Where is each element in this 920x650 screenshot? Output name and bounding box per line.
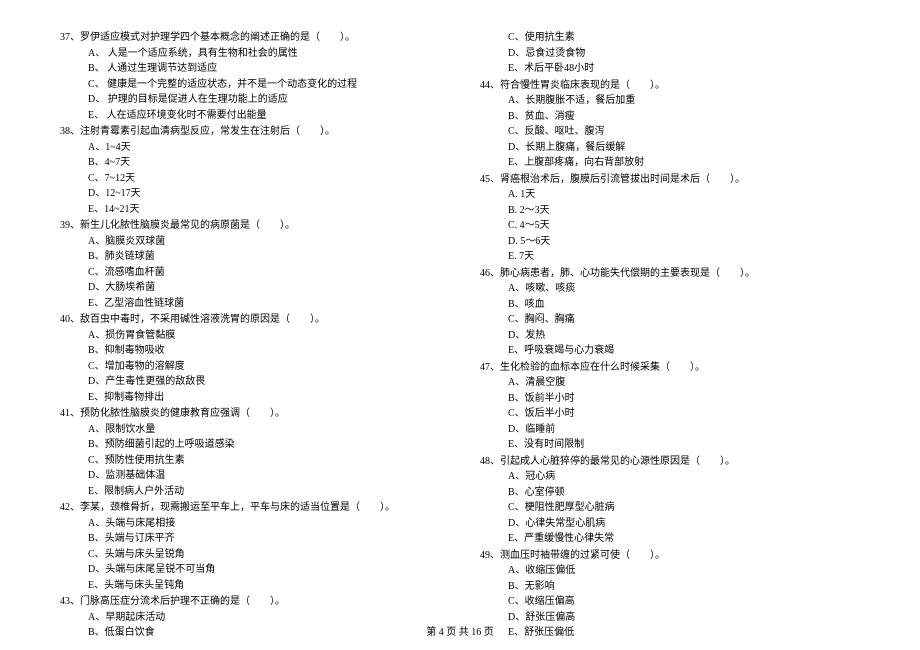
q43-e: E、术后平卧48小时 (480, 61, 860, 77)
q49-stem: 49、测血压时袖带缠的过紧可使（ ）。 (480, 548, 860, 564)
q41-d: D、监测基础体温 (60, 468, 440, 484)
q39-a: A、脑膜炎双球菌 (60, 234, 440, 250)
q42-e: E、头端与床头呈钝角 (60, 578, 440, 594)
q39-e: E、乙型溶血性链球菌 (60, 296, 440, 312)
question-43-cont: C、使用抗生素 D、忌食过烫食物 E、术后平卧48小时 (480, 30, 860, 77)
q44-c: C、反酸、呕吐、腹泻 (480, 124, 860, 140)
q46-stem: 46、肺心病患者，肺、心功能失代偿期的主要表现是（ ）。 (480, 266, 860, 282)
q45-d: D. 5～6天 (480, 234, 860, 250)
q38-a: A、1~4天 (60, 140, 440, 156)
q49-b: B、无影响 (480, 579, 860, 595)
content-columns: 37、罗伊适应模式对护理学四个基本概念的阐述正确的是（ ）。 A、 人是一个适应… (60, 30, 860, 610)
q37-a: A、 人是一个适应系统，具有生物和社会的属性 (60, 46, 440, 62)
q40-e: E、抑制毒物排出 (60, 390, 440, 406)
q44-e: E、上腹部疼痛，向右背部放射 (480, 155, 860, 171)
q44-a: A、长期腹胀不适，餐后加重 (480, 93, 860, 109)
q41-b: B、预防细菌引起的上呼吸道感染 (60, 437, 440, 453)
q44-stem: 44、符合慢性胃炎临床表现的是（ ）。 (480, 78, 860, 94)
q41-c: C、预防性使用抗生素 (60, 453, 440, 469)
q47-stem: 47、生化检验的血标本应在什么时候采集（ ）。 (480, 360, 860, 376)
page-footer: 第 4 页 共 16 页 (0, 623, 920, 638)
q46-c: C、胸闷、胸痛 (480, 312, 860, 328)
q43-d: D、忌食过烫食物 (480, 46, 860, 62)
q38-b: B、4~7天 (60, 155, 440, 171)
q48-c: C、梗阻性肥厚型心脏病 (480, 500, 860, 516)
q47-d: D、临睡前 (480, 422, 860, 438)
q41-stem: 41、预防化脓性脑膜炎的健康教育应强调（ ）。 (60, 406, 440, 422)
q38-d: D、12~17天 (60, 186, 440, 202)
q44-d: D、长期上腹痛，餐后缓解 (480, 140, 860, 156)
q39-d: D、大肠埃希菌 (60, 280, 440, 296)
q48-stem: 48、引起成人心脏猝停的最常见的心源性原因是（ ）。 (480, 454, 860, 470)
q38-c: C、7~12天 (60, 171, 440, 187)
question-47: 47、生化检验的血标本应在什么时候采集（ ）。 A、清晨空腹 B、饭前半小时 C… (480, 360, 860, 453)
question-45: 45、肾癌根治术后，腹膜后引流管拔出时间是术后（ ）。 A. 1天 B. 2～3… (480, 172, 860, 265)
q46-b: B、咳血 (480, 297, 860, 313)
q39-b: B、肺炎链球菌 (60, 249, 440, 265)
q44-b: B、贫血、消瘦 (480, 109, 860, 125)
q47-b: B、饭前半小时 (480, 391, 860, 407)
q46-e: E、呼吸衰竭与心力衰竭 (480, 343, 860, 359)
q37-b: B、 人通过生理调节达到适应 (60, 61, 440, 77)
question-44: 44、符合慢性胃炎临床表现的是（ ）。 A、长期腹胀不适，餐后加重 B、贫血、消… (480, 78, 860, 171)
question-39: 39、新生儿化脓性脑膜炎最常见的病原菌是（ ）。 A、脑膜炎双球菌 B、肺炎链球… (60, 218, 440, 311)
q49-a: A、收缩压偏低 (480, 563, 860, 579)
q38-stem: 38、注射青霉素引起血清病型反应，常发生在注射后（ ）。 (60, 124, 440, 140)
q37-e: E、 人在适应环境变化时不需要付出能量 (60, 108, 440, 124)
q42-a: A、头端与床尾相接 (60, 516, 440, 532)
q41-a: A、限制饮水量 (60, 422, 440, 438)
q46-d: D、发热 (480, 328, 860, 344)
q45-e: E. 7天 (480, 249, 860, 265)
question-46: 46、肺心病患者，肺、心功能失代偿期的主要表现是（ ）。 A、咳嗽、咳痰 B、咳… (480, 266, 860, 359)
q45-a: A. 1天 (480, 187, 860, 203)
q42-b: B、头端与订床平齐 (60, 531, 440, 547)
q46-a: A、咳嗽、咳痰 (480, 281, 860, 297)
q39-c: C、流感嗜血杆菌 (60, 265, 440, 281)
q40-stem: 40、敌百虫中毒时，不采用碱性溶液洗胃的原因是（ ）。 (60, 312, 440, 328)
q47-c: C、饭后半小时 (480, 406, 860, 422)
q37-c: C、 健康是一个完整的适应状态，并不是一个动态变化的过程 (60, 77, 440, 93)
q48-d: D、心律失常型心肌病 (480, 516, 860, 532)
q42-c: C、头端与床头呈锐角 (60, 547, 440, 563)
q47-a: A、清晨空腹 (480, 375, 860, 391)
q49-c: C、收缩压偏高 (480, 594, 860, 610)
q47-e: E、没有时间限制 (480, 437, 860, 453)
left-column: 37、罗伊适应模式对护理学四个基本概念的阐述正确的是（ ）。 A、 人是一个适应… (60, 30, 440, 610)
q48-b: B、心室停顿 (480, 485, 860, 501)
q41-e: E、限制病人户外活动 (60, 484, 440, 500)
q37-d: D、 护理的目标是促进人在生理功能上的适应 (60, 92, 440, 108)
q39-stem: 39、新生儿化脓性脑膜炎最常见的病原菌是（ ）。 (60, 218, 440, 234)
q45-c: C. 4～5天 (480, 218, 860, 234)
q43-c: C、使用抗生素 (480, 30, 860, 46)
q45-b: B. 2～3天 (480, 203, 860, 219)
question-48: 48、引起成人心脏猝停的最常见的心源性原因是（ ）。 A、冠心病 B、心室停顿 … (480, 454, 860, 547)
q40-b: B、抑制毒物吸收 (60, 343, 440, 359)
q38-e: E、14~21天 (60, 202, 440, 218)
right-column: C、使用抗生素 D、忌食过烫食物 E、术后平卧48小时 44、符合慢性胃炎临床表… (480, 30, 860, 610)
question-42: 42、李某，颈椎骨折，现需搬运至平车上，平车与床的适当位置是（ ）。 A、头端与… (60, 500, 440, 593)
question-41: 41、预防化脓性脑膜炎的健康教育应强调（ ）。 A、限制饮水量 B、预防细菌引起… (60, 406, 440, 499)
q43-stem: 43、门脉高压症分流术后护理不正确的是（ ）。 (60, 594, 440, 610)
q48-a: A、冠心病 (480, 469, 860, 485)
question-37: 37、罗伊适应模式对护理学四个基本概念的阐述正确的是（ ）。 A、 人是一个适应… (60, 30, 440, 123)
q40-c: C、增加毒物的溶解度 (60, 359, 440, 375)
q48-e: E、严重缓慢性心律失常 (480, 531, 860, 547)
question-38: 38、注射青霉素引起血清病型反应，常发生在注射后（ ）。 A、1~4天 B、4~… (60, 124, 440, 217)
q45-stem: 45、肾癌根治术后，腹膜后引流管拔出时间是术后（ ）。 (480, 172, 860, 188)
q40-a: A、损伤胃食管黏膜 (60, 328, 440, 344)
q40-d: D、产生毒性更强的敌敌畏 (60, 374, 440, 390)
question-40: 40、敌百虫中毒时，不采用碱性溶液洗胃的原因是（ ）。 A、损伤胃食管黏膜 B、… (60, 312, 440, 405)
q42-d: D、头端与床尾呈锐不可当角 (60, 562, 440, 578)
q37-stem: 37、罗伊适应模式对护理学四个基本概念的阐述正确的是（ ）。 (60, 30, 440, 46)
q42-stem: 42、李某，颈椎骨折，现需搬运至平车上，平车与床的适当位置是（ ）。 (60, 500, 440, 516)
